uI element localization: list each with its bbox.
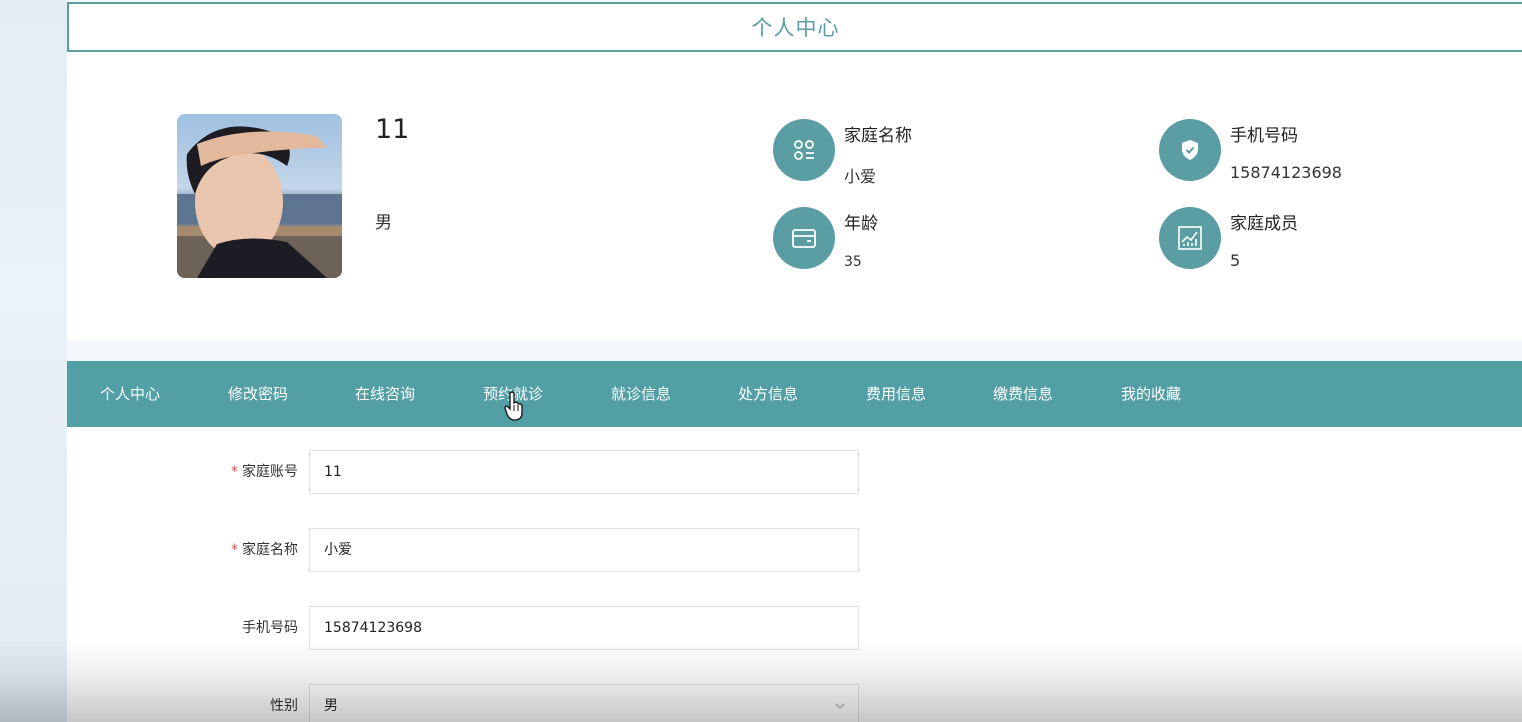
gender-select[interactable]: 男 [309, 684, 859, 722]
form-row-account: * 家庭账号 11 [67, 450, 967, 494]
profile-username: 11 [375, 114, 410, 145]
left-background-strip [0, 0, 67, 722]
tab-nav-bar: 个人中心 修改密码 在线咨询 预约就诊 就诊信息 处方信息 费用信息 缴费信息 … [67, 361, 1522, 427]
tab-fee-info[interactable]: 费用信息 [866, 361, 926, 427]
page-title-bar: 个人中心 [67, 2, 1522, 52]
profile-form: * 家庭账号 11 * 家庭名称 小爱 手机号码 15874123698 性别 男 [67, 427, 1522, 722]
tab-favorites[interactable]: 我的收藏 [1121, 361, 1181, 427]
tab-change-password[interactable]: 修改密码 [228, 361, 288, 427]
tab-visit-info[interactable]: 就诊信息 [611, 361, 671, 427]
apps-icon [773, 119, 835, 181]
required-marker: * [231, 542, 238, 558]
family-name-label-text: 家庭名称 [242, 542, 298, 558]
tab-payment-info[interactable]: 缴费信息 [993, 361, 1053, 427]
tab-online-consult[interactable]: 在线咨询 [355, 361, 415, 427]
phone-input[interactable]: 15874123698 [309, 606, 859, 650]
wallet-icon [773, 207, 835, 269]
required-marker: * [231, 464, 238, 480]
stat-family-name: 家庭名称 小爱 [773, 119, 1073, 186]
stat-label: 家庭名称 [844, 126, 912, 146]
stat-label: 手机号码 [1230, 126, 1298, 146]
gender-select-value: 男 [324, 698, 338, 714]
hand-cursor-icon [504, 391, 523, 421]
stat-value: 5 [1230, 251, 1241, 270]
phone-label: 手机号码 [242, 620, 298, 636]
tab-prescription-info[interactable]: 处方信息 [738, 361, 798, 427]
tab-personal-center[interactable]: 个人中心 [100, 361, 160, 427]
profile-card: 11 男 家庭名称 小爱 手机号码 15874123698 年龄 35 家庭成员… [67, 52, 1522, 340]
family-name-label: * 家庭名称 [231, 528, 298, 572]
stat-family-members: 家庭成员 5 [1159, 207, 1459, 271]
stat-value: 15874123698 [1230, 163, 1342, 182]
family-name-input[interactable]: 小爱 [309, 528, 859, 572]
chevron-down-icon [835, 703, 845, 710]
form-row-phone: 手机号码 15874123698 [67, 606, 967, 650]
stat-value: 35 [844, 254, 862, 270]
account-label: * 家庭账号 [231, 450, 298, 494]
avatar [177, 114, 342, 278]
stat-age: 年龄 35 [773, 207, 1073, 271]
stat-value: 小爱 [844, 167, 877, 186]
page-title: 个人中心 [751, 16, 840, 40]
profile-gender: 男 [375, 213, 392, 233]
gender-label: 性别 [270, 698, 298, 714]
account-input[interactable]: 11 [309, 450, 859, 494]
account-label-text: 家庭账号 [242, 464, 298, 480]
form-row-gender: 性别 男 [67, 684, 967, 722]
form-row-family-name: * 家庭名称 小爱 [67, 528, 967, 572]
chart-icon [1159, 207, 1221, 269]
stat-label: 家庭成员 [1230, 214, 1298, 234]
page: 个人中心 11 男 家庭名称 小爱 手机号码 15874123698 年龄 35… [0, 0, 1522, 722]
stat-phone: 手机号码 15874123698 [1159, 119, 1459, 183]
stat-label: 年龄 [844, 214, 878, 234]
shield-check-icon [1159, 119, 1221, 181]
